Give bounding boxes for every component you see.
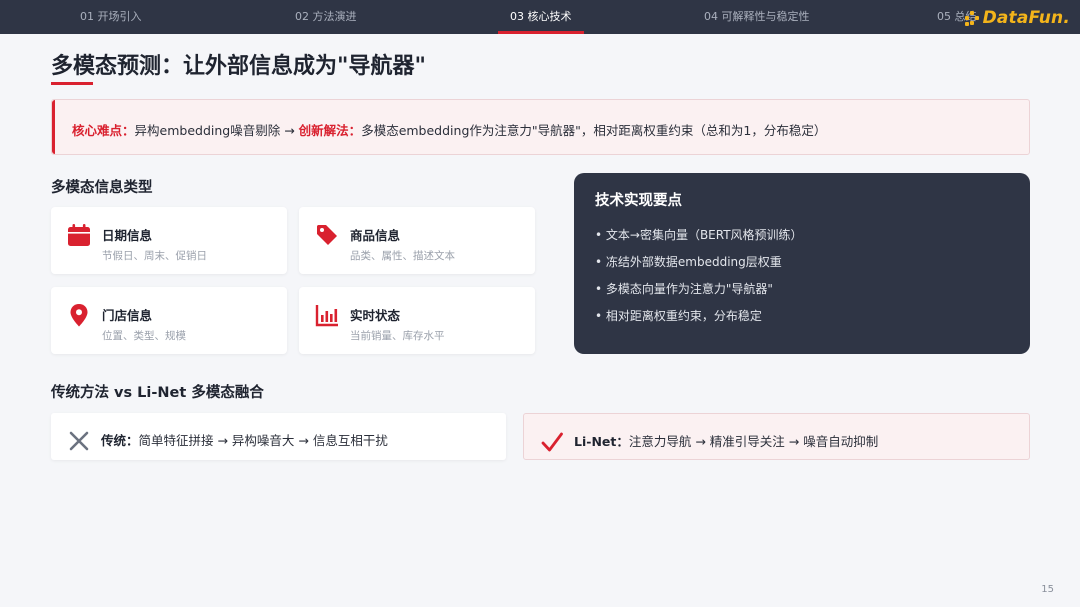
solution-text: 多模态embedding作为注意力"导航器"，相对距离权重约束（总和为1，分布稳… bbox=[361, 123, 827, 138]
comparison-heading: 传统方法 vs Li-Net 多模态融合 bbox=[51, 385, 264, 401]
linet-text: Li-Net：注意力导航 → 精准引导关注 → 噪音自动抑制 bbox=[574, 431, 878, 450]
nav-item-methods[interactable]: 02 方法演进 bbox=[295, 0, 357, 34]
info-card-store: 门店信息 位置、类型、规模 bbox=[51, 287, 287, 354]
core-banner: 核心难点：异构embedding噪音剔除 → 创新解法：多模态embedding… bbox=[51, 99, 1030, 155]
logo-dots-icon bbox=[964, 10, 981, 26]
traditional-text: 传统：简单特征拼接 → 异构噪音大 → 信息互相干扰 bbox=[101, 430, 388, 449]
card-title: 商品信息 bbox=[350, 228, 401, 243]
tech-point-item: • 多模态向量作为注意力"导航器" bbox=[595, 282, 773, 296]
tech-point-item: • 文本→密集向量（BERT风格预训练） bbox=[595, 228, 803, 242]
map-pin-icon bbox=[70, 304, 88, 327]
close-icon bbox=[69, 431, 89, 451]
tag-icon bbox=[317, 225, 337, 245]
linet-label: Li-Net： bbox=[574, 434, 629, 449]
card-title: 日期信息 bbox=[102, 228, 153, 243]
banner-accent-bar bbox=[52, 100, 55, 154]
check-icon bbox=[541, 432, 563, 452]
info-card-date: 日期信息 节假日、周末、促销日 bbox=[51, 207, 287, 274]
page-number: 15 bbox=[1041, 584, 1054, 595]
page-title: 多模态预测：让外部信息成为"导航器" bbox=[51, 54, 426, 79]
nav-item-core-tech[interactable]: 03 核心技术 bbox=[498, 0, 583, 34]
linet-method-box: Li-Net：注意力导航 → 精准引导关注 → 噪音自动抑制 bbox=[523, 413, 1030, 460]
tech-point-item: • 相对距离权重约束，分布稳定 bbox=[595, 309, 762, 323]
traditional-method-box: 传统：简单特征拼接 → 异构噪音大 → 信息互相干扰 bbox=[51, 413, 506, 460]
difficulty-label: 核心难点： bbox=[72, 123, 135, 138]
linet-desc: 注意力导航 → 精准引导关注 → 噪音自动抑制 bbox=[628, 434, 879, 449]
title-underline bbox=[51, 82, 93, 85]
top-navigation: 01 开场引入 02 方法演进 03 核心技术 04 可解释性与稳定性 05 总… bbox=[0, 0, 1080, 34]
card-title: 实时状态 bbox=[350, 308, 401, 323]
solution-label: 创新解法： bbox=[298, 123, 362, 138]
traditional-desc: 简单特征拼接 → 异构噪音大 → 信息互相干扰 bbox=[138, 433, 388, 448]
card-desc: 当前销量、库存水平 bbox=[350, 330, 445, 342]
banner-text: 核心难点：异构embedding噪音剔除 → 创新解法：多模态embedding… bbox=[72, 120, 826, 139]
nav-item-intro[interactable]: 01 开场引入 bbox=[80, 0, 142, 34]
card-title: 门店信息 bbox=[102, 308, 153, 323]
card-desc: 品类、属性、描述文本 bbox=[350, 250, 455, 262]
card-desc: 位置、类型、规模 bbox=[102, 330, 186, 342]
info-types-heading: 多模态信息类型 bbox=[51, 180, 153, 196]
tech-panel-title: 技术实现要点 bbox=[595, 193, 682, 209]
datafun-logo: DataFun. bbox=[964, 6, 1070, 30]
info-card-product: 商品信息 品类、属性、描述文本 bbox=[299, 207, 535, 274]
logo-text: DataFun. bbox=[982, 8, 1070, 28]
info-card-realtime: 实时状态 当前销量、库存水平 bbox=[299, 287, 535, 354]
card-desc: 节假日、周末、促销日 bbox=[102, 250, 207, 262]
tech-point-item: • 冻结外部数据embedding层权重 bbox=[595, 255, 782, 269]
nav-item-explainability[interactable]: 04 可解释性与稳定性 bbox=[704, 0, 810, 34]
difficulty-text: 异构embedding噪音剔除 bbox=[134, 123, 281, 138]
tech-points-panel: 技术实现要点 • 文本→密集向量（BERT风格预训练） • 冻结外部数据embe… bbox=[574, 173, 1030, 354]
bar-chart-icon bbox=[315, 305, 338, 327]
banner-arrow: → bbox=[284, 123, 295, 138]
calendar-icon bbox=[68, 224, 90, 246]
traditional-label: 传统： bbox=[101, 433, 139, 448]
